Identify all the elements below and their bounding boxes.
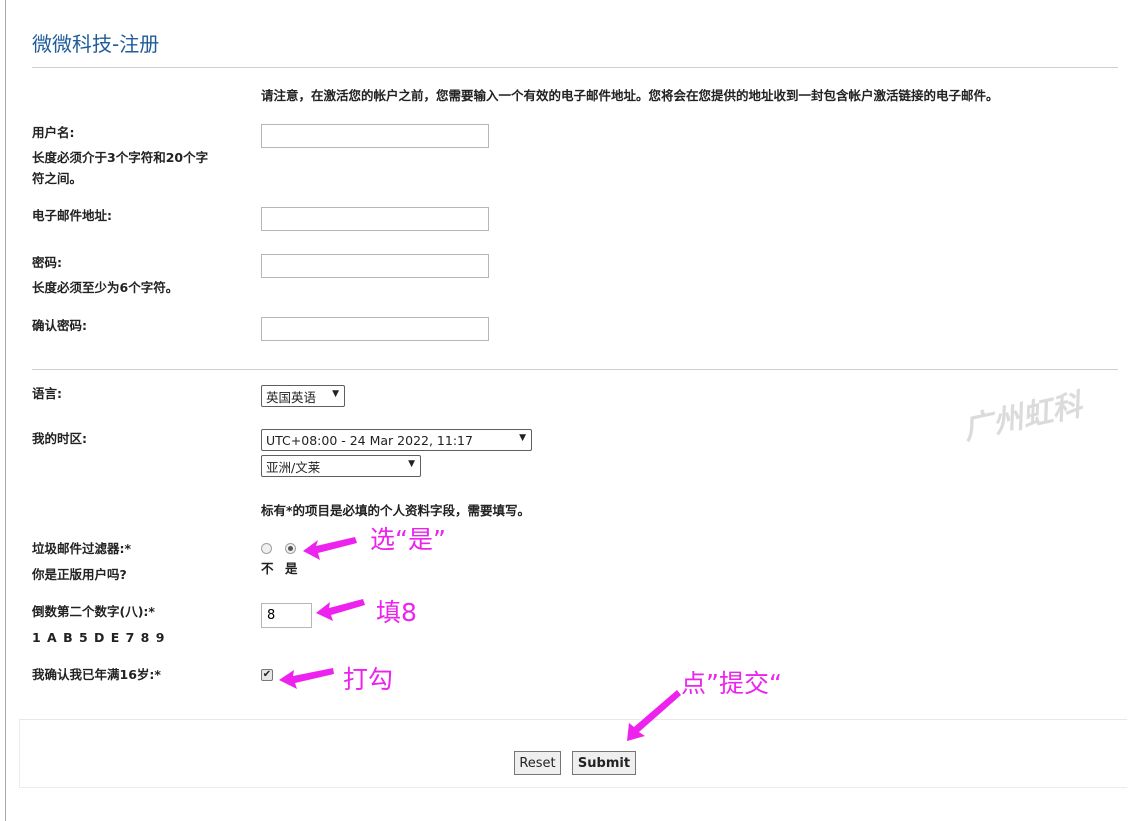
arrow-spam	[303, 537, 357, 560]
arrow-submit	[627, 690, 681, 741]
annotation-age: 打勾	[343, 665, 394, 694]
annotation-arrows	[279, 537, 681, 741]
arrow-digit	[316, 599, 365, 621]
annotation-submit: 点”提交“	[681, 669, 782, 698]
annotation-spam: 选“是”	[370, 525, 446, 554]
annotation-digit: 填8	[376, 598, 417, 627]
arrow-age	[279, 668, 334, 689]
